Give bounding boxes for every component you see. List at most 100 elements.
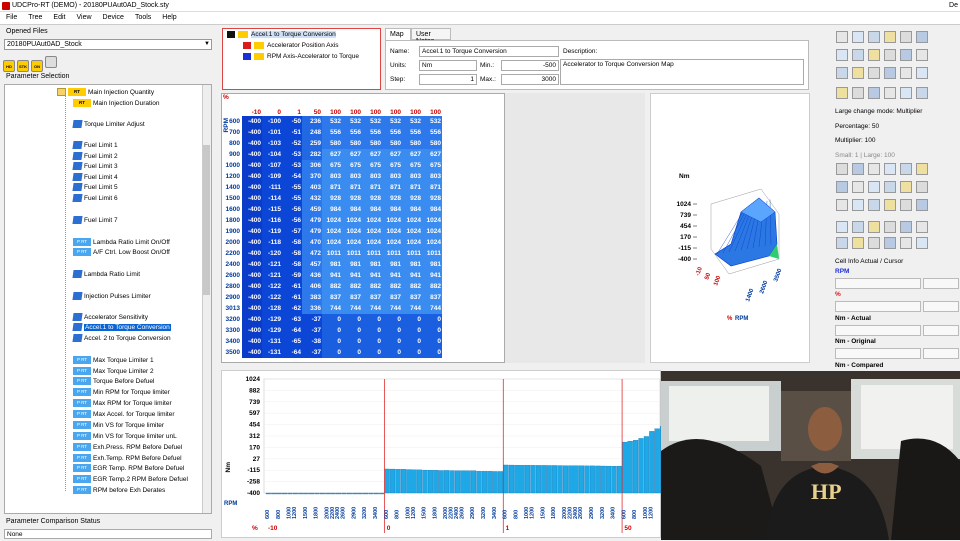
- table-cell[interactable]: 580: [402, 138, 422, 149]
- table-cell[interactable]: 882: [362, 281, 382, 292]
- table-cell[interactable]: 837: [322, 292, 342, 303]
- tree-item[interactable]: P RT Lambda Ratio Limit On/Off: [73, 237, 170, 247]
- signal-icon[interactable]: [868, 49, 880, 61]
- copy-icon[interactable]: [884, 31, 896, 43]
- table-cell[interactable]: 580: [362, 138, 382, 149]
- max-field[interactable]: 3000: [501, 74, 559, 85]
- undo-icon[interactable]: [868, 87, 880, 99]
- rpm-axis-cell[interactable]: 3300: [222, 325, 242, 336]
- table-cell[interactable]: -400: [242, 292, 262, 303]
- table-cell[interactable]: -56: [282, 204, 302, 215]
- table-cell[interactable]: 837: [402, 292, 422, 303]
- table-cell[interactable]: 871: [422, 182, 442, 193]
- table-cell[interactable]: 459: [302, 204, 322, 215]
- table-cell[interactable]: 627: [342, 149, 362, 160]
- tree-item[interactable]: Fuel Limit 4: [72, 172, 118, 182]
- table-cell[interactable]: -115: [262, 204, 282, 215]
- chart-icon[interactable]: [884, 199, 896, 211]
- signal-icon[interactable]: [836, 163, 848, 175]
- bar3d-icon[interactable]: [900, 221, 912, 233]
- units-field[interactable]: Nm: [419, 60, 477, 71]
- table-cell[interactable]: 803: [322, 171, 342, 182]
- rpm-axis-cell[interactable]: 900: [222, 149, 242, 160]
- table-cell[interactable]: -129: [262, 325, 282, 336]
- table-cell[interactable]: 0: [342, 336, 362, 347]
- arrow-right-icon[interactable]: [852, 67, 864, 79]
- table-cell[interactable]: 882: [422, 281, 442, 292]
- table-cell[interactable]: 1024: [362, 226, 382, 237]
- undo-icon[interactable]: [900, 31, 912, 43]
- car2-icon[interactable]: [45, 56, 57, 68]
- map-info-tree[interactable]: Accel.1 to Torque Conversion Accelerator…: [222, 28, 381, 90]
- copy-icon[interactable]: [916, 181, 928, 193]
- table-cell[interactable]: -400: [242, 127, 262, 138]
- table-cell[interactable]: 627: [362, 149, 382, 160]
- step-field[interactable]: 1: [419, 74, 477, 85]
- table-cell[interactable]: -63: [282, 314, 302, 325]
- table-cell[interactable]: 837: [382, 292, 402, 303]
- table-cell[interactable]: -62: [282, 303, 302, 314]
- table-cell[interactable]: 981: [362, 259, 382, 270]
- table-cell[interactable]: -64: [282, 347, 302, 358]
- table-cell[interactable]: -400: [242, 347, 262, 358]
- arrow-up-icon[interactable]: [868, 163, 880, 175]
- menu-tools[interactable]: Tools: [129, 12, 156, 21]
- print-icon[interactable]: [852, 163, 864, 175]
- tree-item[interactable]: Fuel Limit 1: [72, 140, 118, 150]
- table-cell[interactable]: 941: [342, 270, 362, 281]
- table-cell[interactable]: 1024: [382, 237, 402, 248]
- table-cell[interactable]: -54: [282, 171, 302, 182]
- table-cell[interactable]: 928: [362, 193, 382, 204]
- table-cell[interactable]: 871: [402, 182, 422, 193]
- grid-icon[interactable]: [836, 49, 848, 61]
- rpm-axis-cell[interactable]: 2600: [222, 270, 242, 281]
- bar3d-icon[interactable]: [836, 181, 848, 193]
- tree-item[interactable]: Fuel Limit 2: [72, 151, 118, 161]
- table-cell[interactable]: 1024: [422, 215, 442, 226]
- tab-map[interactable]: Map: [385, 28, 411, 40]
- table-cell[interactable]: -400: [242, 160, 262, 171]
- map-item-y-axis[interactable]: RPM Axis-Accelerator to Torque: [243, 53, 359, 60]
- table-cell[interactable]: 406: [302, 281, 322, 292]
- table-cell[interactable]: 0: [402, 314, 422, 325]
- tree-item[interactable]: Fuel Limit 7: [72, 215, 118, 225]
- chart-icon[interactable]: [916, 87, 928, 99]
- arrow-up-icon[interactable]: [900, 49, 912, 61]
- table-cell[interactable]: 803: [402, 171, 422, 182]
- table-cell[interactable]: 803: [342, 171, 362, 182]
- table-cell[interactable]: -118: [262, 237, 282, 248]
- table-cell[interactable]: 580: [322, 138, 342, 149]
- hd-icon[interactable]: HD: [3, 60, 15, 72]
- rpm-axis-cell[interactable]: 1200: [222, 171, 242, 182]
- table-cell[interactable]: 306: [302, 160, 322, 171]
- table-cell[interactable]: 0: [362, 336, 382, 347]
- table-cell[interactable]: 0: [322, 336, 342, 347]
- table-cell[interactable]: -400: [242, 314, 262, 325]
- tree-scroll-thumb[interactable]: [203, 145, 210, 295]
- table-cell[interactable]: -61: [282, 281, 302, 292]
- tree-item[interactable]: P RT Exh.Temp. RPM Before Defuel: [73, 453, 182, 463]
- arrow-down-icon[interactable]: [884, 163, 896, 175]
- table-cell[interactable]: 1024: [422, 226, 442, 237]
- save-icon[interactable]: [868, 237, 880, 249]
- table-cell[interactable]: -114: [262, 193, 282, 204]
- table-cell[interactable]: -104: [262, 149, 282, 160]
- table-cell[interactable]: -65: [282, 336, 302, 347]
- table-cell[interactable]: -400: [242, 171, 262, 182]
- tree-item[interactable]: P RT A/F Ctrl. Low Boost On/Off: [73, 247, 170, 257]
- table-cell[interactable]: 580: [382, 138, 402, 149]
- tree-item[interactable]: P RT RPM before Exh Derates: [73, 485, 165, 495]
- table-cell[interactable]: 1024: [342, 226, 362, 237]
- table-cell[interactable]: 556: [382, 127, 402, 138]
- table-cell[interactable]: 0: [342, 325, 362, 336]
- table-cell[interactable]: -400: [242, 259, 262, 270]
- stk-icon[interactable]: STK: [17, 60, 29, 72]
- rpm-axis-cell[interactable]: 1400: [222, 182, 242, 193]
- x-axis-cell[interactable]: -10: [242, 94, 262, 116]
- table-cell[interactable]: 837: [362, 292, 382, 303]
- table-cell[interactable]: 0: [402, 336, 422, 347]
- table-cell[interactable]: 1024: [362, 237, 382, 248]
- table-cell[interactable]: 981: [402, 259, 422, 270]
- table-cell[interactable]: -58: [282, 237, 302, 248]
- table-cell[interactable]: 1024: [382, 226, 402, 237]
